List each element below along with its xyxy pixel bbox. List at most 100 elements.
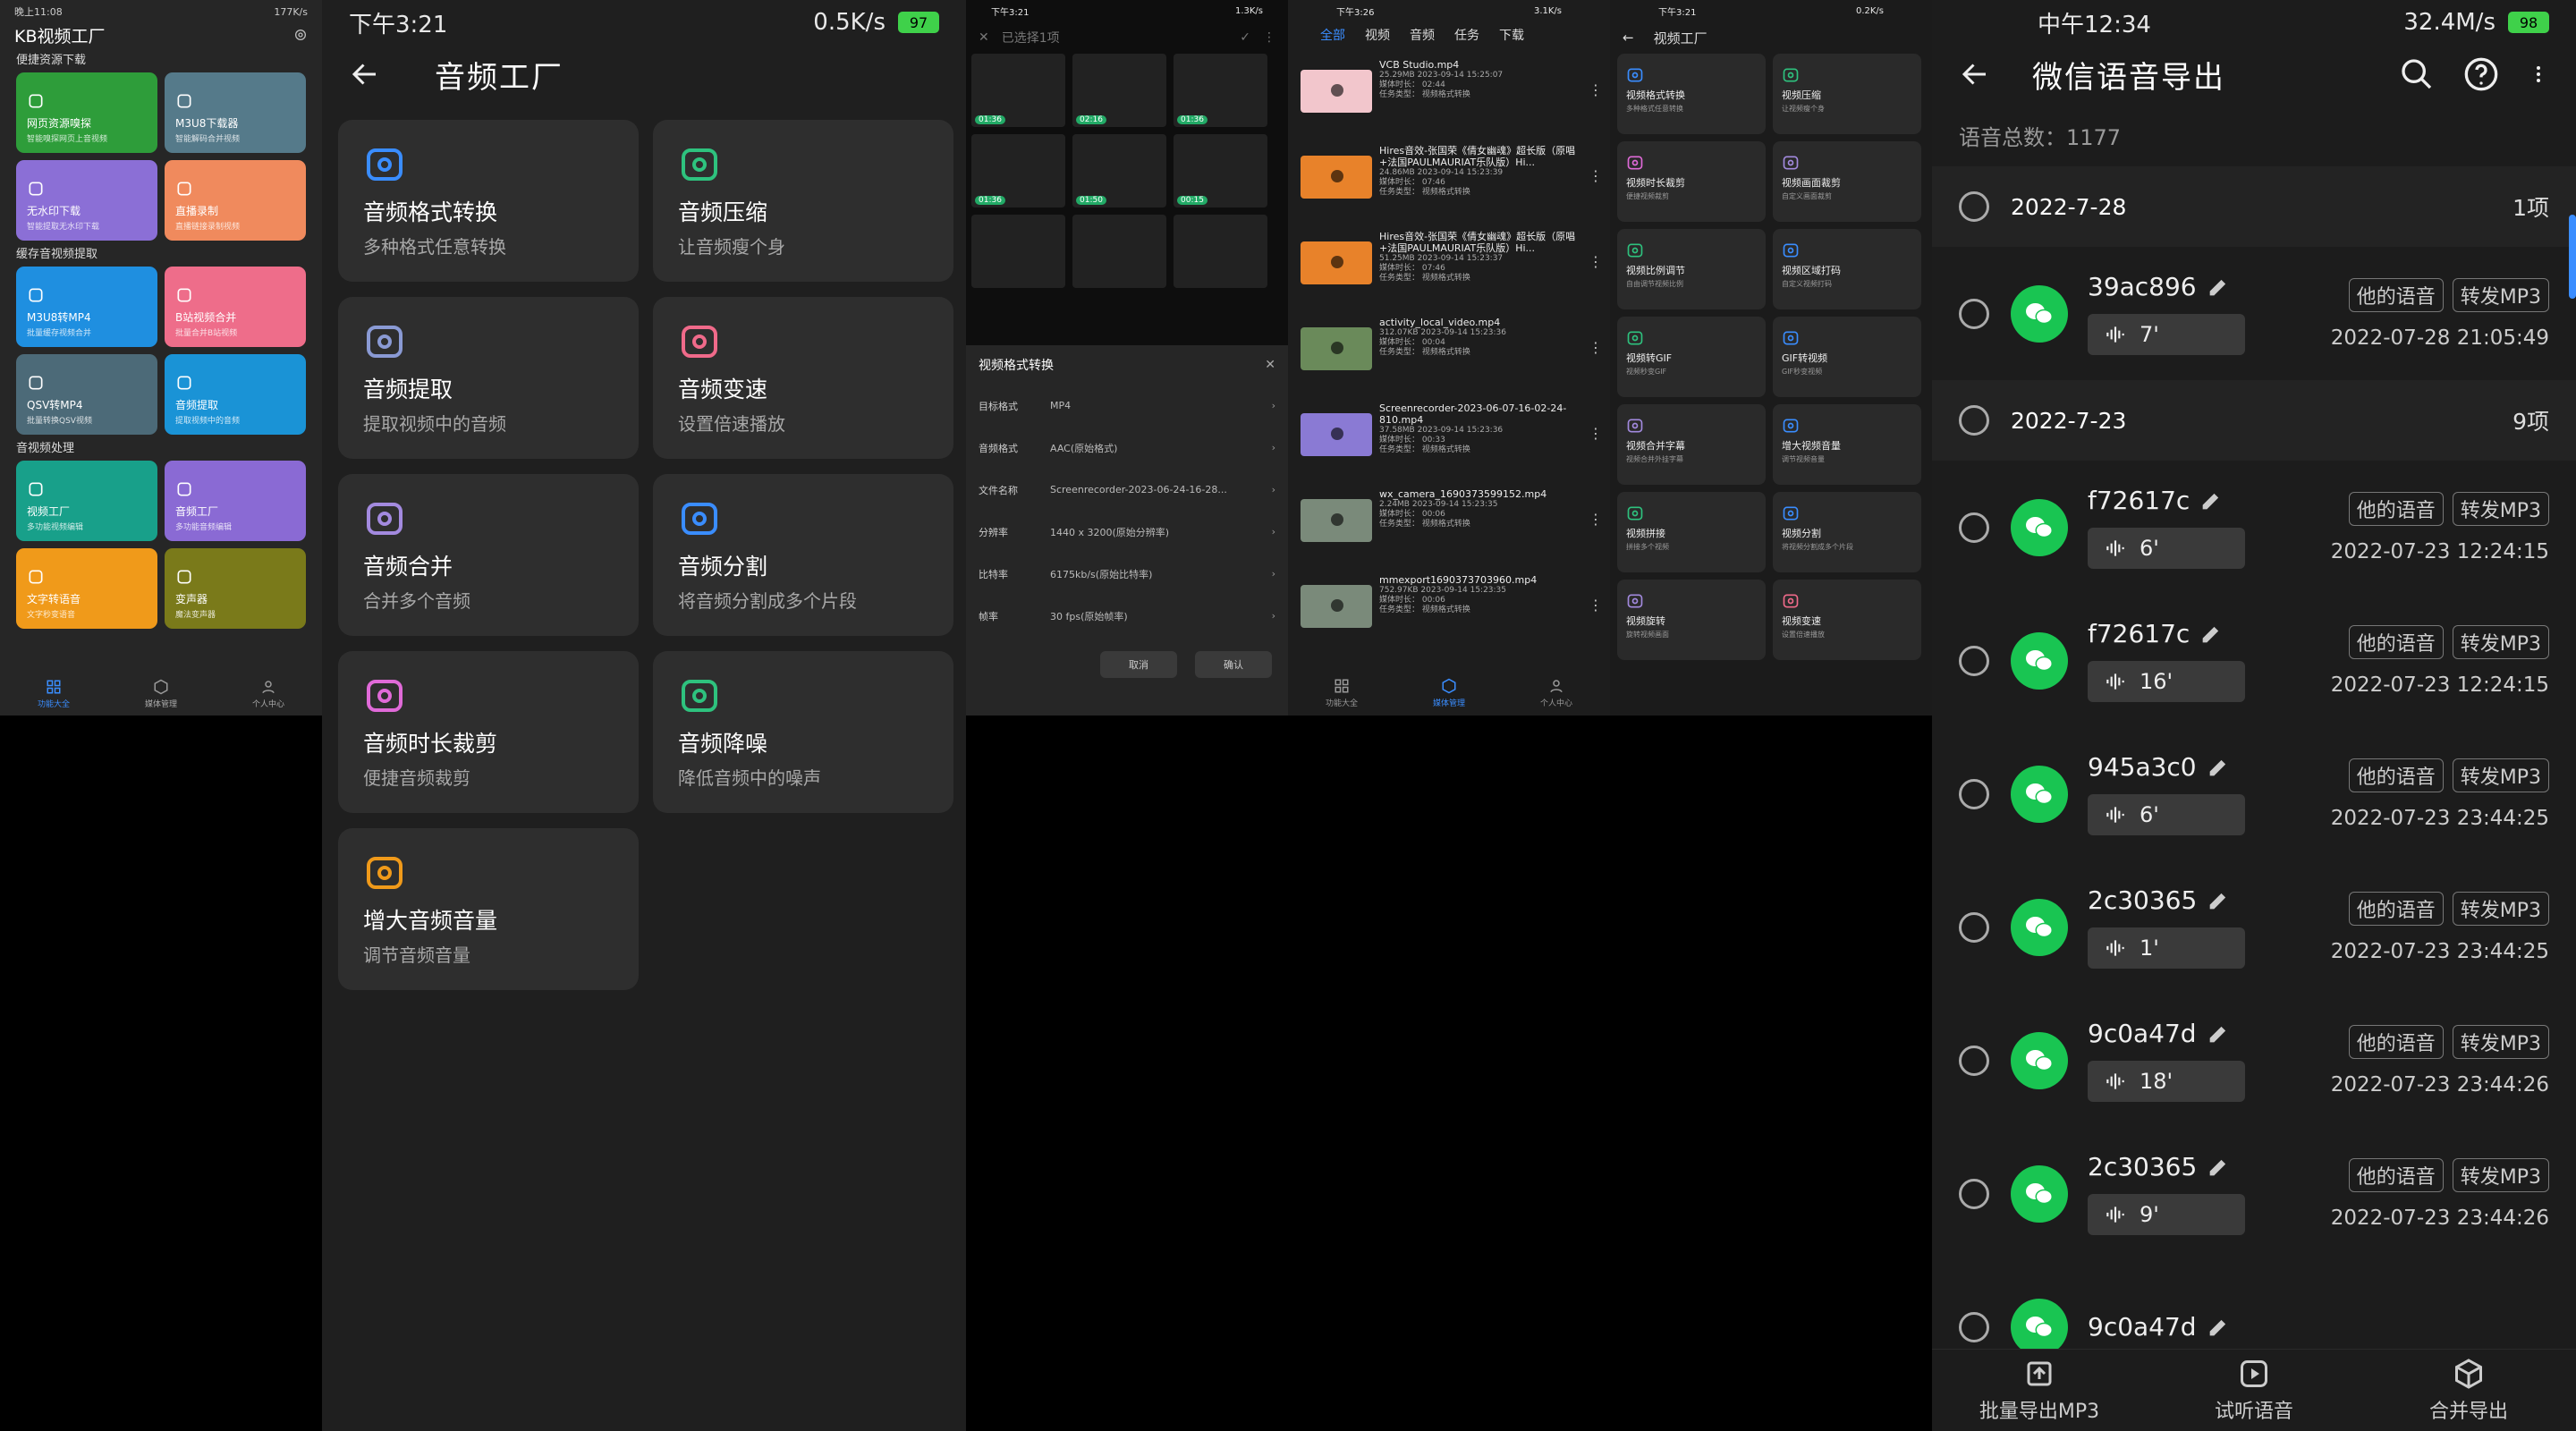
media-item[interactable]: Screenrecorder-2023-06-07-16-02-24-810.m… [1288, 392, 1610, 478]
setting-row[interactable]: 比特率 6175kb/s(原始比特率) › [966, 553, 1288, 595]
tab-1[interactable]: 视频 [1365, 26, 1390, 44]
media-item[interactable]: Hires音效-张国荣《倩女幽魂》超长版（原唱+法国PAULMAURIAT乐队版… [1288, 220, 1610, 306]
nav-media[interactable]: 媒体管理 [1395, 671, 1503, 716]
video-thumbnail[interactable] [1072, 215, 1166, 288]
search-icon[interactable] [2399, 56, 2435, 92]
feature-tile[interactable]: M3U8下载器 智能解码合并视频 [165, 72, 306, 153]
feature-card[interactable]: 视频拼接 拼接多个视频 [1617, 492, 1766, 572]
close-icon[interactable]: ✕ [1265, 358, 1275, 372]
feature-card[interactable]: 增大音频音量 调节音频音量 [338, 828, 639, 990]
voice-row[interactable]: f72617c 16' 他的语音 转发MP3 2022-07-23 12:24:15 [1932, 594, 2576, 727]
feature-tile[interactable]: 网页资源嗅探 智能嗅探网页上音视频 [16, 72, 157, 153]
voice-row[interactable]: 9c0a47d 18' 他的语音 转发MP3 2022-07-23 23:44:26 [1932, 994, 2576, 1127]
select-radio[interactable] [1959, 512, 1989, 543]
feature-tile[interactable]: 无水印下载 智能提取无水印下载 [16, 160, 157, 241]
feature-card[interactable]: 视频合并字幕 视频合并外挂字幕 [1617, 404, 1766, 485]
feature-card[interactable]: 视频比例调节 自由调节视频比例 [1617, 229, 1766, 309]
select-radio[interactable] [1959, 778, 1989, 809]
forward-mp3-tag[interactable]: 转发MP3 [2452, 891, 2549, 926]
back-arrow-icon[interactable]: ← [1623, 30, 1634, 46]
select-radio[interactable] [1959, 645, 1989, 676]
feature-card[interactable]: 音频降噪 降低音频中的噪声 [653, 651, 953, 813]
feature-card[interactable]: 增大视频音量 调节视频音量 [1773, 404, 1921, 485]
select-radio[interactable] [1959, 1178, 1989, 1209]
help-icon[interactable] [2463, 56, 2499, 92]
feature-card[interactable]: 视频旋转 旋转视频画面 [1617, 580, 1766, 660]
more-icon[interactable] [2528, 56, 2549, 92]
video-thumbnail[interactable]: 01:36 [1174, 54, 1267, 127]
close-icon[interactable]: ✕ [979, 30, 989, 45]
scrollbar[interactable] [2569, 215, 2576, 299]
tab-4[interactable]: 下载 [1499, 26, 1524, 44]
forward-mp3-tag[interactable]: 转发MP3 [2452, 277, 2549, 312]
more-icon[interactable]: ⋮ [1589, 255, 1603, 306]
forward-mp3-tag[interactable]: 转发MP3 [2452, 624, 2549, 659]
back-arrow-icon[interactable] [1959, 58, 1991, 90]
video-thumbnail[interactable]: 01:36 [971, 54, 1065, 127]
feature-tile[interactable]: 直播录制 直播链接录制视频 [165, 160, 306, 241]
check-icon[interactable]: ✓ [1240, 30, 1250, 45]
setting-row[interactable]: 音频格式 AAC(原始格式) › [966, 427, 1288, 469]
his-voice-tag[interactable]: 他的语音 [2348, 891, 2444, 926]
feature-card[interactable]: 音频压缩 让音频瘦个身 [653, 120, 953, 282]
his-voice-tag[interactable]: 他的语音 [2348, 758, 2444, 792]
setting-row[interactable]: 分辨率 1440 x 3200(原始分辨率) › [966, 511, 1288, 553]
edit-pencil-icon[interactable] [2206, 1021, 2231, 1046]
video-thumbnail[interactable] [1174, 215, 1267, 288]
media-item[interactable]: activity_local_video.mp4 312.07KB 2023-09… [1288, 306, 1610, 392]
feature-card[interactable]: 音频分割 将音频分割成多个片段 [653, 474, 953, 636]
merge-export-button[interactable]: 合并导出 [2361, 1350, 2576, 1431]
his-voice-tag[interactable]: 他的语音 [2348, 277, 2444, 312]
feature-card[interactable]: 视频画面裁剪 自定义画面裁剪 [1773, 141, 1921, 222]
select-radio[interactable] [1959, 911, 1989, 943]
setting-row[interactable]: 帧率 30 fps(原始帧率) › [966, 595, 1288, 637]
nav-profile[interactable]: 个人中心 [215, 673, 322, 716]
cancel-button[interactable]: 取消 [1100, 651, 1177, 678]
confirm-button[interactable]: 确认 [1195, 651, 1272, 678]
edit-pencil-icon[interactable] [2206, 1155, 2231, 1180]
feature-card[interactable]: 视频压缩 让视频瘦个身 [1773, 54, 1921, 134]
feature-card[interactable]: 视频格式转换 多种格式任意转换 [1617, 54, 1766, 134]
edit-pencil-icon[interactable] [2206, 888, 2231, 913]
forward-mp3-tag[interactable]: 转发MP3 [2452, 1024, 2549, 1059]
tab-2[interactable]: 音频 [1410, 26, 1435, 44]
select-radio[interactable] [1959, 298, 1989, 329]
voice-duration-button[interactable]: 16' [2088, 661, 2245, 702]
voice-duration-button[interactable]: 6' [2088, 528, 2245, 569]
feature-tile[interactable]: 变声器 魔法变声器 [165, 548, 306, 629]
nav-profile[interactable]: 个人中心 [1503, 671, 1610, 716]
feature-tile[interactable]: B站视频合并 批量合并B站视频 [165, 267, 306, 347]
feature-tile[interactable]: 视频工厂 多功能视频编辑 [16, 461, 157, 541]
select-radio[interactable] [1959, 191, 1989, 222]
edit-pencil-icon[interactable] [2206, 1315, 2231, 1340]
media-item[interactable]: mmexport1690373703960.mp4 752.97KB 2023-0… [1288, 563, 1610, 649]
media-item[interactable]: Hires音效-张国荣《倩女幽魂》超长版（原唱+法国PAULMAURIAT乐队版… [1288, 134, 1610, 220]
video-thumbnail[interactable]: 01:50 [1072, 134, 1166, 207]
feature-card[interactable]: GIF转视频 GIF秒变视频 [1773, 317, 1921, 397]
his-voice-tag[interactable]: 他的语音 [2348, 1024, 2444, 1059]
voice-row[interactable]: 2c30365 9' 他的语音 转发MP3 2022-07-23 23:44:26 [1932, 1127, 2576, 1260]
edit-pencil-icon[interactable] [2199, 622, 2224, 647]
his-voice-tag[interactable]: 他的语音 [2348, 491, 2444, 526]
forward-mp3-tag[interactable]: 转发MP3 [2452, 1157, 2549, 1192]
nav-features[interactable]: 功能大全 [0, 673, 107, 716]
more-icon[interactable]: ⋮ [1263, 30, 1275, 45]
feature-card[interactable]: 音频格式转换 多种格式任意转换 [338, 120, 639, 282]
tab-0[interactable]: 全部 [1320, 26, 1345, 44]
feature-card[interactable]: 视频时长裁剪 便捷视频裁剪 [1617, 141, 1766, 222]
date-group-header[interactable]: 2022-7-23 9项 [1932, 380, 2576, 461]
voice-duration-button[interactable]: 7' [2088, 314, 2245, 355]
preview-button[interactable]: 试听语音 [2147, 1350, 2361, 1431]
feature-card[interactable]: 音频变速 设置倍速播放 [653, 297, 953, 459]
voice-row[interactable]: 39ac896 7' 他的语音 转发MP3 2022-07-28 21:05:49 [1932, 247, 2576, 380]
more-icon[interactable]: ⋮ [1589, 427, 1603, 478]
setting-row[interactable]: 目标格式 MP4 › [966, 385, 1288, 427]
date-group-header[interactable]: 2022-7-28 1项 [1932, 166, 2576, 247]
feature-card[interactable]: 音频时长裁剪 便捷音频裁剪 [338, 651, 639, 813]
feature-tile[interactable]: 音频工厂 多功能音频编辑 [165, 461, 306, 541]
feature-card[interactable]: 视频变速 设置倍速播放 [1773, 580, 1921, 660]
feature-card[interactable]: 音频合并 合并多个音频 [338, 474, 639, 636]
feature-tile[interactable]: 文字转语音 文字秒变语音 [16, 548, 157, 629]
video-thumbnail[interactable]: 02:16 [1072, 54, 1166, 127]
his-voice-tag[interactable]: 他的语音 [2348, 624, 2444, 659]
